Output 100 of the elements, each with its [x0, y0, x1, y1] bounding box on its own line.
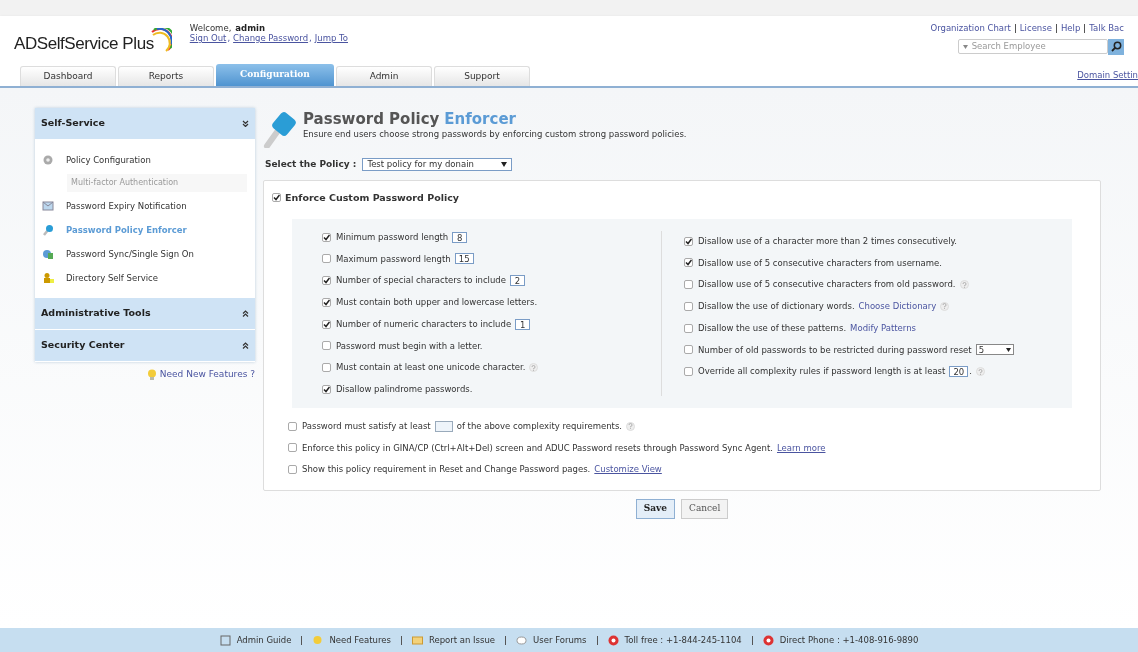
number-field[interactable]: 20 — [949, 366, 969, 378]
checkbox[interactable] — [684, 345, 693, 355]
option-link[interactable]: Modify Patterns — [850, 321, 916, 335]
footer-link[interactable]: Need Features — [329, 633, 391, 647]
envelope-icon — [42, 200, 55, 212]
header-link[interactable]: Help — [1060, 22, 1081, 35]
search-input: Search Employee — [971, 40, 1103, 54]
sidebar-link[interactable]: Directory Self Service — [66, 271, 158, 285]
policy-dropdown[interactable]: Test policy for my donain — [362, 158, 513, 172]
header-link[interactable]: Talk Bac — [1089, 22, 1124, 35]
option-label: Disallow use of 5 consecutive characters from old password. — [698, 278, 956, 291]
checkbox[interactable] — [322, 384, 331, 394]
caret-icon — [963, 44, 968, 49]
number-field[interactable]: 1 — [515, 318, 531, 330]
option-label: Password must satisfy at least — [302, 419, 431, 433]
bulb-icon — [312, 634, 324, 646]
option-label: Maximum password length — [336, 252, 451, 266]
nav-tab[interactable]: Support — [434, 66, 530, 86]
domain-settings-link[interactable]: Domain Settin — [1077, 69, 1138, 82]
need-features-link[interactable]: Need New Features ? — [159, 368, 255, 382]
sidebar-link[interactable]: Policy Configuration — [66, 153, 151, 167]
person-icon — [42, 272, 55, 284]
checkbox[interactable] — [684, 258, 693, 268]
checkbox[interactable] — [684, 323, 693, 333]
section-header[interactable]: Security Center — [35, 330, 255, 362]
option-suffix: . — [969, 365, 972, 378]
section-header[interactable]: Self-Service — [35, 108, 255, 140]
checkbox[interactable] — [322, 319, 331, 329]
phone-icon — [762, 634, 774, 646]
option-label: Must contain both upper and lowercase letters. — [336, 296, 538, 309]
header-link[interactable]: Organization Chart — [930, 22, 1011, 35]
header-link[interactable]: License — [1019, 22, 1052, 35]
policy-label: Select the Policy : — [265, 158, 357, 171]
checkbox[interactable] — [272, 193, 281, 203]
option-label: Number of old passwords to be restricted during password reset — [698, 343, 972, 357]
sidebar-link[interactable]: Password Expiry Notification — [66, 199, 187, 213]
option-label: Disallow the use of these patterns. — [698, 321, 847, 335]
cancel-button[interactable]: Cancel — [681, 499, 729, 519]
user-name: admin — [235, 23, 265, 33]
option-label: Enforce this policy in GINA/CP (Ctrl+Alt+Del) screen and ADUC Password resets through Password Sync Agent. — [302, 441, 773, 455]
option-label: Disallow palindrome passwords. — [336, 383, 473, 396]
option-label: Must contain at least one unicode character. — [336, 361, 526, 374]
bulb-icon — [146, 368, 157, 381]
footer-link[interactable]: Report an Issue — [428, 633, 496, 647]
section-header[interactable]: Administrative Tools — [35, 298, 255, 330]
nav-tab[interactable]: Dashboard — [20, 66, 116, 86]
checkbox[interactable] — [684, 280, 693, 290]
checkbox[interactable] — [288, 421, 297, 431]
nav-tab[interactable]: Admin — [336, 66, 432, 86]
number-field[interactable] — [434, 420, 453, 432]
account-link[interactable]: Change Password — [233, 33, 309, 43]
checkbox[interactable] — [684, 367, 693, 377]
checkbox[interactable] — [684, 236, 693, 246]
search-field[interactable]: Search Employee — [958, 39, 1108, 55]
search-icon — [1110, 41, 1122, 53]
checkbox[interactable] — [322, 363, 331, 373]
envelope-icon — [411, 634, 423, 646]
caret-icon — [501, 162, 508, 168]
account-link[interactable]: Sign Out — [189, 33, 227, 43]
save-button[interactable]: Save — [635, 499, 675, 519]
nav-tab[interactable]: Reports — [118, 66, 214, 86]
page-subtitle: Ensure end users choose strong passwords by enforcing custom strong password policies. — [303, 128, 687, 141]
option-link[interactable]: Learn more — [777, 441, 826, 455]
footer-link[interactable]: Admin Guide — [236, 633, 292, 647]
phone-icon — [607, 634, 619, 646]
option-label: Number of numeric characters to include — [336, 317, 512, 331]
option-label: Disallow use of 5 consecutive characters from username. — [698, 256, 943, 270]
caret-icon — [1005, 347, 1011, 352]
number-field[interactable]: 15 — [454, 253, 474, 265]
option-link[interactable]: Customize View — [594, 463, 662, 476]
welcome-text: Welcome, — [189, 23, 232, 33]
option-label: Disallow use of a character more than 2 times consecutively. — [698, 234, 958, 248]
people-icon — [42, 248, 55, 260]
checkbox[interactable] — [322, 254, 331, 264]
option-label: Override all complexity rules if password length is at least — [698, 365, 946, 378]
enforce-policy-label: Enforce Custom Password Policy — [285, 190, 459, 205]
account-link[interactable]: Jump To — [314, 33, 348, 43]
key-icon — [263, 110, 297, 148]
checkbox[interactable] — [322, 232, 331, 242]
footer-link[interactable]: User Forums — [533, 633, 587, 647]
option-label: Disallow the use of dictionary words. — [698, 300, 855, 313]
option-link[interactable]: Choose Dictionary — [858, 300, 937, 313]
footer-link[interactable]: Direct Phone : +1-408-916-9890 — [779, 633, 919, 647]
number-field[interactable]: 8 — [452, 231, 468, 243]
dropdown-value: 5 — [978, 344, 985, 355]
checkbox[interactable] — [322, 276, 331, 286]
search-button[interactable] — [1108, 38, 1124, 55]
checkbox[interactable] — [288, 443, 297, 453]
sidebar-link[interactable]: Password Sync/Single Sign On — [66, 247, 194, 261]
count-dropdown[interactable]: 5 — [975, 344, 1014, 356]
option-label: Minimum password length — [336, 230, 449, 244]
checkbox[interactable] — [684, 301, 693, 311]
checkbox[interactable] — [288, 465, 297, 475]
checkbox[interactable] — [322, 341, 331, 351]
page-title: Password Policy — [303, 110, 440, 128]
footer-link[interactable]: Toll free : +1-844-245-1104 — [624, 633, 742, 647]
checkbox[interactable] — [322, 297, 331, 307]
book-icon — [219, 634, 231, 646]
number-field[interactable]: 2 — [509, 275, 525, 287]
option-label: Number of special characters to include — [336, 274, 506, 287]
